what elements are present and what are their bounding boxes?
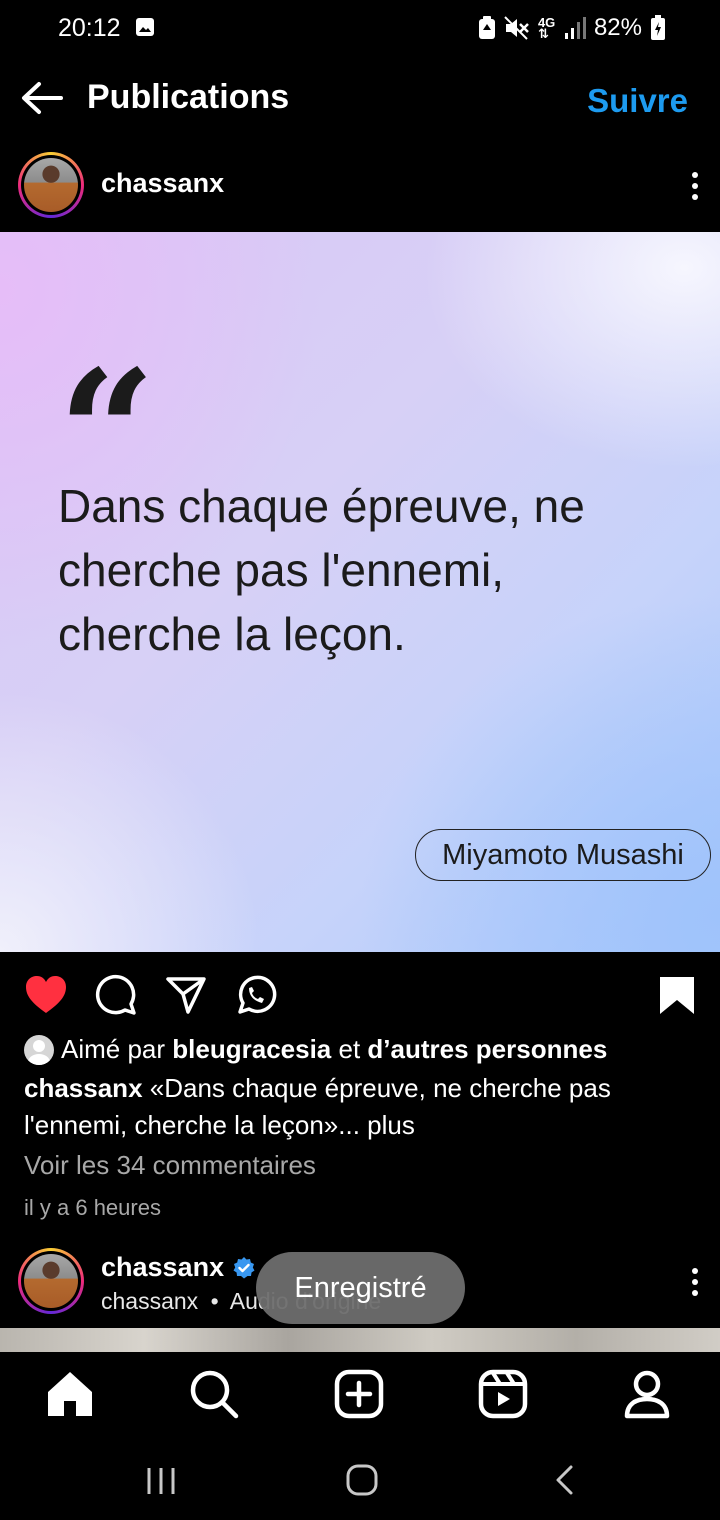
avatar-photo: [24, 1254, 78, 1308]
liker-username[interactable]: bleugracesia: [172, 1034, 331, 1065]
next-author-avatar[interactable]: [18, 1248, 84, 1314]
bookmark-filled-icon[interactable]: [655, 974, 699, 1016]
mute-icon: [504, 16, 529, 40]
post-timestamp: il y a 6 heures: [24, 1195, 161, 1220]
recent-apps-icon[interactable]: [146, 1466, 176, 1496]
next-author-username[interactable]: chassanx: [101, 1252, 224, 1283]
back-arrow-icon[interactable]: [20, 80, 64, 116]
author-username[interactable]: chassanx: [101, 168, 224, 199]
post-image[interactable]: “ Dans chaque épreuve, ne cherche pas l'…: [0, 232, 720, 952]
verified-badge-icon: [233, 1256, 255, 1278]
comment-icon[interactable]: [94, 974, 138, 1016]
caption-author[interactable]: chassanx: [24, 1073, 143, 1103]
whatsapp-icon[interactable]: [234, 974, 278, 1016]
home-icon[interactable]: [44, 1368, 96, 1420]
saved-toast: Enregistré: [256, 1252, 465, 1324]
more-options-icon[interactable]: [690, 171, 700, 201]
image-icon: [136, 18, 154, 36]
view-comments-link[interactable]: Voir les 34 commentaires: [24, 1150, 316, 1181]
battery-percent: 82%: [593, 14, 642, 41]
post-caption[interactable]: chassanx «Dans chaque épreuve, ne cherch…: [24, 1070, 694, 1144]
avatar-photo: [24, 158, 78, 212]
quote-text: Dans chaque épreuve, ne cherche pas l'en…: [58, 480, 585, 660]
battery-saver-icon: [478, 16, 495, 39]
follow-button[interactable]: Suivre: [587, 82, 688, 120]
quote-author-pill: Miyamoto Musashi: [415, 829, 711, 881]
network-label: 4G: [537, 15, 556, 30]
status-bar: 20:12 4G ⇅ 82%: [0, 0, 720, 58]
quote-mark: “: [58, 348, 156, 518]
next-post-image[interactable]: [0, 1328, 720, 1352]
battery-charging-icon: [651, 15, 665, 40]
more-options-icon[interactable]: [690, 1267, 700, 1297]
status-icons: 4G ⇅ 82%: [478, 14, 666, 42]
separator-dot: •: [210, 1288, 219, 1314]
data-4g-icon: 4G ⇅: [537, 15, 556, 41]
status-time: 20:12: [58, 14, 121, 42]
create-icon[interactable]: [333, 1368, 385, 1420]
search-icon[interactable]: [188, 1368, 240, 1420]
home-circle-icon[interactable]: [346, 1464, 378, 1496]
liker-avatar: [24, 1034, 54, 1065]
reels-icon[interactable]: [477, 1368, 529, 1420]
likes-conjunction: et: [338, 1034, 361, 1064]
send-icon[interactable]: [164, 974, 208, 1016]
likes-prefix: Aimé par: [61, 1034, 166, 1064]
page-title: Publications: [87, 78, 290, 116]
profile-icon[interactable]: [621, 1368, 673, 1420]
author-avatar[interactable]: [18, 152, 84, 218]
likes-summary[interactable]: Aimé par bleugracesia et d’autres person…: [24, 1034, 607, 1065]
heart-filled-icon[interactable]: [24, 974, 68, 1016]
next-sub-author: chassanx: [101, 1288, 199, 1314]
next-author-row[interactable]: chassanx: [101, 1252, 256, 1283]
caption-more-link[interactable]: plus: [360, 1110, 415, 1140]
signal-icon: [564, 17, 586, 39]
back-chevron-icon[interactable]: [552, 1464, 576, 1496]
likes-others[interactable]: d’autres personnes: [367, 1034, 607, 1065]
